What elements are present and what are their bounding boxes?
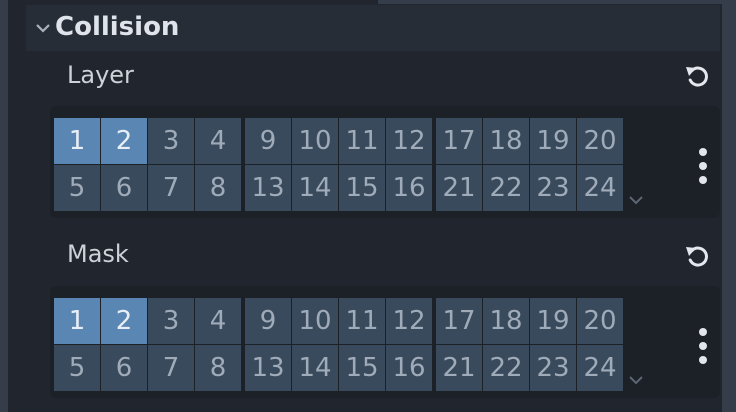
mask-bit-22[interactable]: 22 (483, 345, 529, 391)
top-divider (378, 0, 722, 4)
mask-bit-20[interactable]: 20 (577, 298, 623, 344)
layer-bit-11[interactable]: 11 (339, 118, 385, 164)
layer-bit-8[interactable]: 8 (195, 165, 241, 211)
layer-bit-5[interactable]: 5 (54, 165, 100, 211)
layer-bit-10[interactable]: 10 (292, 118, 338, 164)
mask-bit-16[interactable]: 16 (386, 345, 432, 391)
chevron-down-icon[interactable] (628, 374, 644, 386)
layer-bitfield-editor: 1 2 3 4 5 6 7 8 9 10 11 12 13 14 15 16 17 18 19 20 21 22 23 24 (50, 106, 720, 218)
vertical-dots-icon[interactable] (696, 148, 710, 184)
mask-bitfield-editor: 1 2 3 4 5 6 7 8 9 10 11 12 13 14 15 16 17 18 19 20 21 22 23 24 (50, 286, 720, 398)
layer-bit-17[interactable]: 17 (436, 118, 482, 164)
layer-bit-12[interactable]: 12 (386, 118, 432, 164)
layer-bit-16[interactable]: 16 (386, 165, 432, 211)
vertical-dots-icon[interactable] (696, 328, 710, 364)
section-title: Collision (55, 12, 180, 42)
mask-bit-group: 9 10 11 12 13 14 15 16 (245, 298, 433, 392)
layer-bit-19[interactable]: 19 (530, 118, 576, 164)
reload-icon[interactable] (683, 61, 713, 91)
mask-bit-17[interactable]: 17 (436, 298, 482, 344)
mask-bit-4[interactable]: 4 (195, 298, 241, 344)
layer-bit-3[interactable]: 3 (148, 118, 194, 164)
collision-section-header[interactable]: Collision (26, 5, 720, 51)
mask-bit-19[interactable]: 19 (530, 298, 576, 344)
layer-label: Layer (67, 61, 134, 89)
mask-bit-21[interactable]: 21 (436, 345, 482, 391)
mask-bit-15[interactable]: 15 (339, 345, 385, 391)
mask-bit-3[interactable]: 3 (148, 298, 194, 344)
layer-bit-group: 9 10 11 12 13 14 15 16 (245, 118, 433, 212)
mask-bit-11[interactable]: 11 (339, 298, 385, 344)
layer-bit-15[interactable]: 15 (339, 165, 385, 211)
layer-bit-6[interactable]: 6 (101, 165, 147, 211)
mask-bit-5[interactable]: 5 (54, 345, 100, 391)
layer-bit-9[interactable]: 9 (245, 118, 291, 164)
mask-bit-group: 1234 5678 (54, 298, 242, 392)
mask-bit-12[interactable]: 12 (386, 298, 432, 344)
layer-bit-23[interactable]: 23 (530, 165, 576, 211)
mask-bit-group: 17 18 19 20 21 22 23 24 (436, 298, 624, 392)
mask-bit-18[interactable]: 18 (483, 298, 529, 344)
mask-bit-14[interactable]: 14 (292, 345, 338, 391)
chevron-down-icon[interactable] (628, 194, 644, 206)
mask-bit-8[interactable]: 8 (195, 345, 241, 391)
layer-bit-group: 17 18 19 20 21 22 23 24 (436, 118, 624, 212)
mask-bit-2[interactable]: 2 (101, 298, 147, 344)
mask-bit-9[interactable]: 9 (245, 298, 291, 344)
mask-bit-1[interactable]: 1 (54, 298, 100, 344)
mask-bit-13[interactable]: 13 (245, 345, 291, 391)
layer-bit-21[interactable]: 21 (436, 165, 482, 211)
layer-bit-22[interactable]: 22 (483, 165, 529, 211)
mask-bit-10[interactable]: 10 (292, 298, 338, 344)
inspector-panel: Collision Layer 1 2 3 4 5 6 7 8 9 10 11 12 13 14 15 16 1… (8, 0, 722, 412)
mask-bit-24[interactable]: 24 (577, 345, 623, 391)
layer-bit-20[interactable]: 20 (577, 118, 623, 164)
layer-bit-13[interactable]: 13 (245, 165, 291, 211)
layer-bit-group: 1234 5678 (54, 118, 242, 212)
reload-icon[interactable] (683, 241, 713, 271)
mask-bit-6[interactable]: 6 (101, 345, 147, 391)
layer-bit-18[interactable]: 18 (483, 118, 529, 164)
layer-bit-7[interactable]: 7 (148, 165, 194, 211)
mask-label: Mask (67, 240, 129, 268)
mask-bit-23[interactable]: 23 (530, 345, 576, 391)
layer-bit-24[interactable]: 24 (577, 165, 623, 211)
chevron-down-icon (36, 24, 50, 33)
layer-bit-14[interactable]: 14 (292, 165, 338, 211)
layer-bit-4[interactable]: 4 (195, 118, 241, 164)
layer-bit-2[interactable]: 2 (101, 118, 147, 164)
layer-bit-1[interactable]: 1 (54, 118, 100, 164)
mask-bit-7[interactable]: 7 (148, 345, 194, 391)
